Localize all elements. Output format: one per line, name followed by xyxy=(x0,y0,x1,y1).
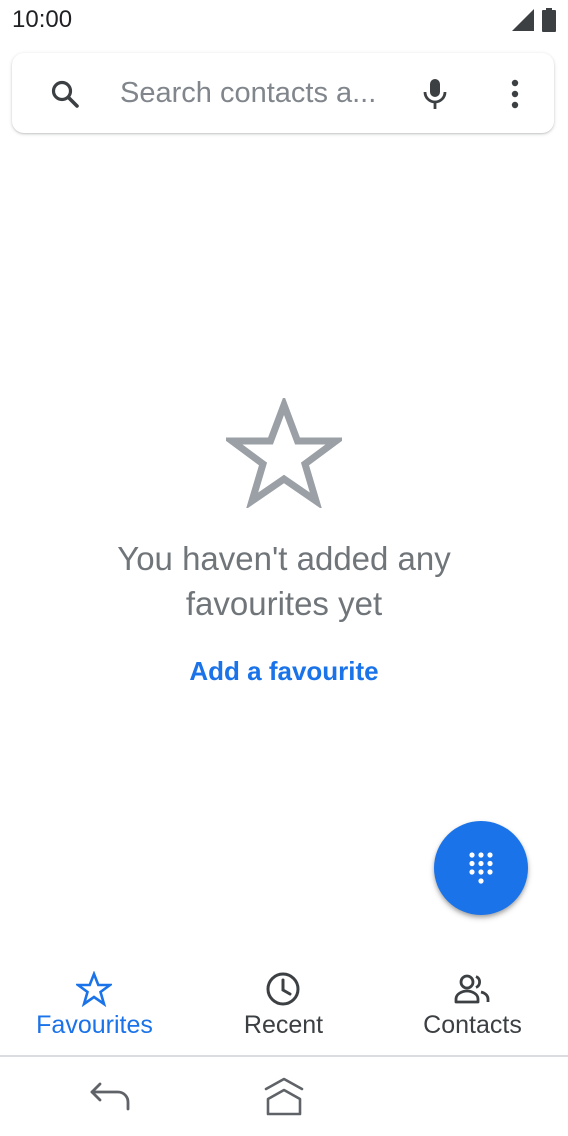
search-icon[interactable] xyxy=(50,79,80,109)
more-vert-icon[interactable] xyxy=(502,77,528,111)
star-outline-icon xyxy=(76,971,112,1007)
status-bar: 10:00 xyxy=(0,0,568,40)
people-icon xyxy=(454,974,490,1004)
signal-icon xyxy=(512,9,534,31)
status-icons xyxy=(512,8,556,32)
add-favourite-button[interactable]: Add a favourite xyxy=(134,656,434,687)
empty-state-message: You haven't added any favourites yet xyxy=(117,540,451,622)
mic-icon[interactable] xyxy=(420,77,450,111)
search-bar[interactable]: Search contacts a... xyxy=(12,53,554,133)
system-navigation-bar xyxy=(0,1057,568,1136)
tab-contacts[interactable]: Contacts xyxy=(378,955,567,1055)
tab-label: Recent xyxy=(243,1011,324,1039)
bottom-navigation: Favourites Recent Contacts xyxy=(0,955,568,1055)
home-icon[interactable] xyxy=(260,1075,308,1117)
tab-recent[interactable]: Recent xyxy=(189,955,378,1055)
tab-favourites[interactable]: Favourites xyxy=(0,955,189,1055)
status-time: 10:00 xyxy=(12,6,73,33)
clock-icon xyxy=(266,972,300,1006)
phone-screen: 10:00 Search contacts a... You haven't a… xyxy=(0,0,568,1136)
tab-label: Favourites xyxy=(36,1011,153,1039)
star-outline-icon xyxy=(226,398,342,508)
battery-icon xyxy=(542,8,556,32)
dialpad-icon xyxy=(469,852,493,884)
dialpad-fab[interactable] xyxy=(434,821,528,915)
search-input[interactable]: Search contacts a... xyxy=(120,77,376,110)
tab-label: Contacts xyxy=(423,1011,522,1039)
back-icon[interactable] xyxy=(88,1081,132,1111)
